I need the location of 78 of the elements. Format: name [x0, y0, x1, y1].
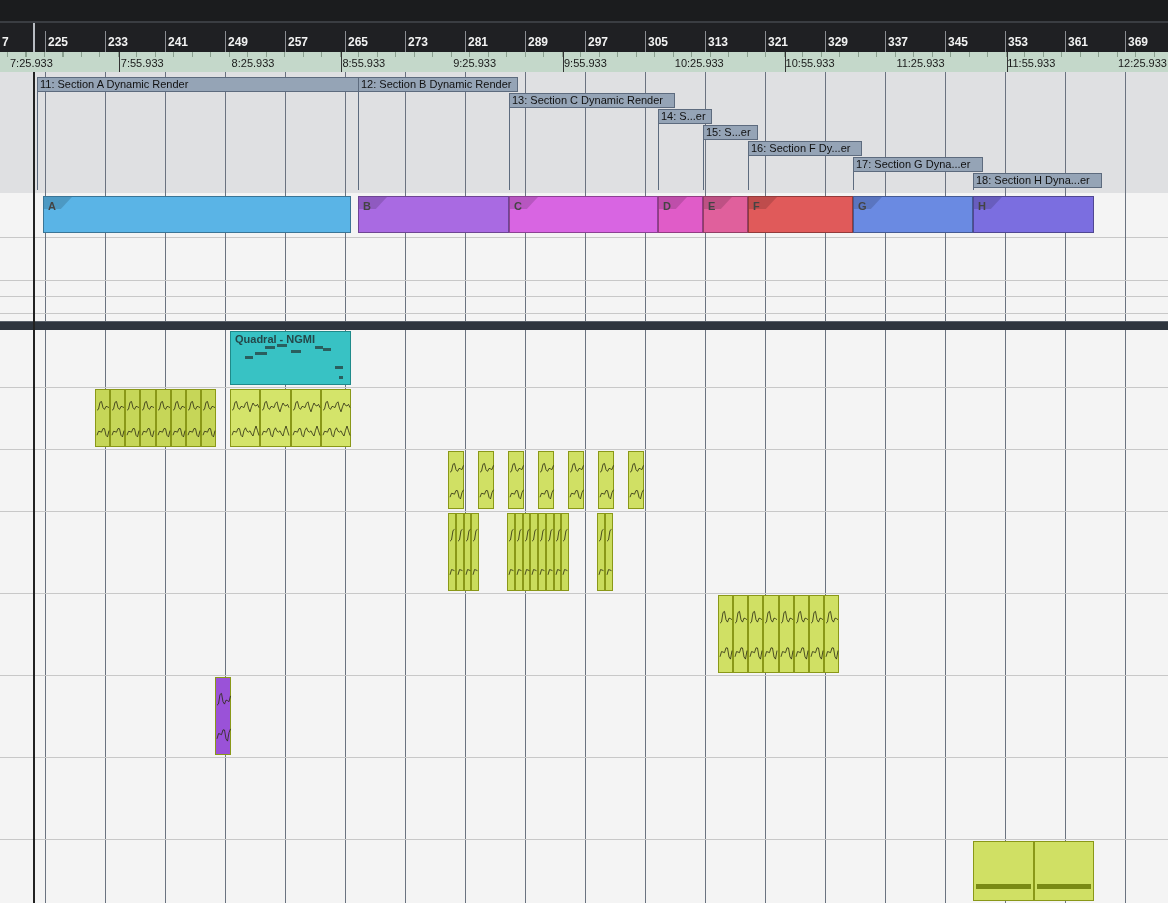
- bar-number: 305: [648, 35, 669, 49]
- cycle-marker[interactable]: 12: Section B Dynamic Render: [358, 77, 518, 92]
- midi-part[interactable]: Quadral - NGMI: [230, 331, 351, 385]
- audio-event[interactable]: [95, 389, 111, 447]
- audio-event[interactable]: [530, 513, 538, 591]
- time-ruler[interactable]: 7:25.933 7:55.933 8:25.933 8:55.933 9:25.933 9:55.933 10:25.933 10:55.933 11:25.933 11:55.933 12:25.933: [0, 52, 1168, 72]
- time-label: 10:25.933: [674, 57, 724, 69]
- audio-event[interactable]: [110, 389, 126, 447]
- bar-number: 345: [948, 35, 969, 49]
- bar-number: 353: [1008, 35, 1029, 49]
- bar-number: 289: [528, 35, 549, 49]
- bar-number: 329: [828, 35, 849, 49]
- cycle-marker[interactable]: 14: S...er: [658, 109, 712, 124]
- bar-number: 281: [468, 35, 489, 49]
- audio-event[interactable]: [260, 389, 291, 447]
- audio-event[interactable]: [290, 389, 321, 447]
- time-label: 10:55.933: [785, 57, 835, 69]
- time-label: 8:25.933: [231, 57, 275, 69]
- audio-event[interactable]: [545, 513, 554, 591]
- time-label: 9:25.933: [453, 57, 496, 69]
- time-label: 7:55.933: [120, 57, 164, 69]
- audio-event[interactable]: [448, 513, 456, 591]
- audio-event[interactable]: [538, 513, 546, 591]
- cycle-marker[interactable]: 15: S...er: [703, 125, 758, 140]
- audio-event[interactable]: [215, 677, 231, 755]
- audio-event[interactable]: [508, 451, 524, 509]
- bar-number: 273: [408, 35, 429, 49]
- cycle-marker[interactable]: 17: Section G Dyna...er: [853, 157, 983, 172]
- cursor-handle[interactable]: [33, 23, 35, 52]
- bar-number: 249: [228, 35, 249, 49]
- audio-event[interactable]: [471, 513, 479, 591]
- bar-number: 7: [2, 35, 9, 49]
- audio-event[interactable]: [973, 841, 1034, 901]
- audio-event[interactable]: [605, 513, 613, 591]
- time-label: 11:25.933: [896, 57, 945, 69]
- audio-event[interactable]: [448, 451, 464, 509]
- audio-event[interactable]: [1033, 841, 1094, 901]
- time-label: 12:25.933: [1118, 57, 1167, 69]
- audio-event[interactable]: [478, 451, 494, 509]
- bar-number: 321: [768, 35, 789, 49]
- bar-number: 361: [1068, 35, 1089, 49]
- audio-event[interactable]: [597, 513, 605, 591]
- bar-number: 265: [348, 35, 369, 49]
- bar-number: 337: [888, 35, 909, 49]
- audio-event[interactable]: [628, 451, 644, 509]
- bar-number: 257: [288, 35, 309, 49]
- cycle-marker[interactable]: 11: Section A Dynamic Render: [37, 77, 359, 92]
- time-label: 7:25.933: [10, 57, 53, 69]
- audio-event[interactable]: [140, 389, 156, 447]
- audio-event[interactable]: [718, 595, 734, 673]
- audio-event[interactable]: [320, 389, 351, 447]
- audio-event[interactable]: [514, 513, 523, 591]
- time-label: 9:55.933: [564, 57, 607, 69]
- audio-event[interactable]: [561, 513, 569, 591]
- bar-number: 225: [48, 35, 69, 49]
- waveform-bar: [1036, 884, 1091, 889]
- waveform-bar: [976, 884, 1031, 889]
- bar-number: 297: [588, 35, 609, 49]
- audio-event[interactable]: [733, 595, 749, 673]
- audio-event[interactable]: [568, 451, 584, 509]
- audio-event[interactable]: [763, 595, 779, 673]
- bar-number: 241: [168, 35, 189, 49]
- audio-event[interactable]: [125, 389, 141, 447]
- time-label: 11:55.933: [1007, 57, 1056, 69]
- audio-event[interactable]: [230, 389, 261, 447]
- audio-event[interactable]: [598, 451, 614, 509]
- bar-number: 369: [1128, 35, 1149, 49]
- cycle-marker[interactable]: 18: Section H Dyna...er: [973, 173, 1102, 188]
- cycle-marker[interactable]: 13: Section C Dynamic Render: [509, 93, 675, 108]
- bar-ruler[interactable]: 7 225 233 241 249 257 265 273 281 289 297 305 313 321 329 337 345 353 361 369: [0, 23, 1168, 52]
- audio-event[interactable]: [538, 451, 554, 509]
- audio-event[interactable]: [455, 513, 464, 591]
- audio-event[interactable]: [748, 595, 764, 673]
- bar-number: 313: [708, 35, 729, 49]
- audio-event[interactable]: [507, 513, 515, 591]
- cycle-marker[interactable]: 16: Section F Dy...er: [748, 141, 862, 156]
- bar-number: 233: [108, 35, 129, 49]
- time-label: 8:55.933: [342, 57, 386, 69]
